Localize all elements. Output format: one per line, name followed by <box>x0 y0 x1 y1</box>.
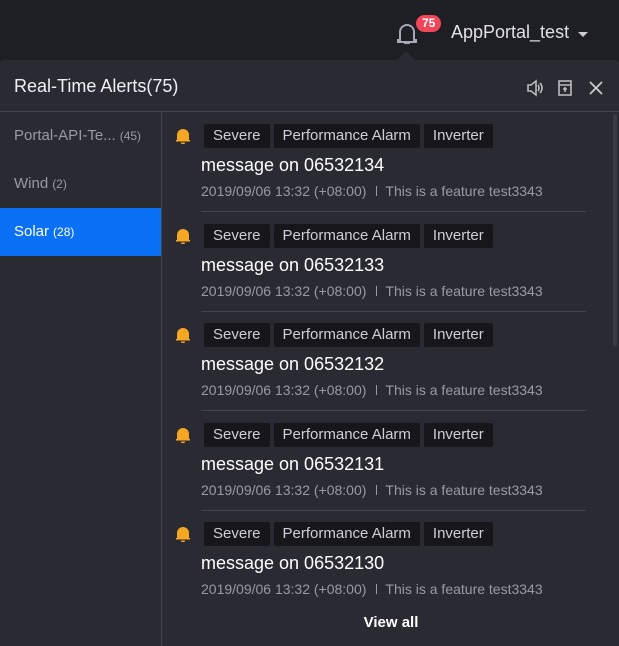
alert-bell-icon <box>176 129 190 144</box>
alert-tag: Severe <box>204 522 270 546</box>
alert-message: message on 06532131 <box>201 453 385 474</box>
alert-description: This is a feature test3343 <box>385 481 543 498</box>
notification-badge: 75 <box>416 15 442 32</box>
alert-tag: Performance Alarm <box>273 323 420 347</box>
alert-time: 2019/09/06 13:32 (+08:00) <box>201 183 367 199</box>
alert-message: message on 06532134 <box>201 155 385 175</box>
alert-tag: Inverter <box>423 124 493 148</box>
separator <box>376 186 378 196</box>
alert-list: Severe Performance Alarm Inverter message … <box>163 112 619 646</box>
chevron-down-icon[interactable] <box>578 32 588 37</box>
sidebar-item-portal-api[interactable]: Portal-API-Te... (45) <box>0 112 161 160</box>
sidebar-item-count: (2) <box>52 177 67 191</box>
alert-message: message on 06532132 <box>201 354 385 374</box>
separator <box>376 584 378 594</box>
sound-icon[interactable] <box>526 79 544 97</box>
alert-bell-icon <box>176 527 190 542</box>
panel-title: Real-Time Alerts(75) <box>14 76 179 96</box>
alert-tag: Inverter <box>423 223 493 248</box>
alert-description: This is a feature test3343 <box>385 581 543 597</box>
separator <box>376 484 378 495</box>
alert-time: 2019/09/06 13:32 (+08:00) <box>201 282 367 299</box>
sidebar-item-count: (28) <box>53 225 75 239</box>
separator <box>376 385 378 395</box>
view-all-link[interactable]: View all <box>163 614 619 631</box>
popover-arrow <box>397 51 415 60</box>
alert-item[interactable]: Severe Performance Alarm Inverter message … <box>163 311 619 411</box>
alert-tag: Performance Alarm <box>273 124 420 148</box>
alert-tag: Performance Alarm <box>273 522 420 546</box>
alert-bell-icon <box>176 328 190 343</box>
alert-tag: Inverter <box>423 422 493 447</box>
alert-time: 2019/09/06 13:32 (+08:00) <box>201 382 367 398</box>
alert-tag: Severe <box>204 124 270 148</box>
category-sidebar: Portal-API-Te... (45) Wind (2) Solar (28) <box>0 112 162 646</box>
sidebar-item-label: Wind <box>14 175 49 192</box>
sidebar-item-wind[interactable]: Wind (2) <box>0 160 161 208</box>
alerts-panel: Real-Time Alerts(75) Portal-API-Te... (45… <box>0 60 619 646</box>
alert-tag: Severe <box>204 323 270 347</box>
alert-item[interactable]: Severe Performance Alarm Inverter message … <box>163 112 619 212</box>
alert-description: This is a feature test3343 <box>385 382 543 398</box>
close-icon[interactable] <box>587 79 605 97</box>
alert-bell-icon <box>176 427 190 443</box>
alert-tag: Severe <box>204 422 270 447</box>
alert-item[interactable]: Severe Performance Alarm Inverter message … <box>163 510 619 610</box>
sidebar-item-label: Portal-API-Te... <box>14 127 116 144</box>
alert-tag: Performance Alarm <box>273 223 420 248</box>
alert-description: This is a feature test3343 <box>385 183 543 199</box>
top-bar: 75 AppPortal_test <box>0 0 619 60</box>
separator <box>376 285 378 296</box>
alert-time: 2019/09/06 13:32 (+08:00) <box>201 481 367 498</box>
alert-item[interactable]: Severe Performance Alarm Inverter message … <box>163 411 619 511</box>
alert-description: This is a feature test3343 <box>385 282 543 299</box>
notification-bell-icon[interactable] <box>396 22 418 46</box>
alert-tag: Inverter <box>423 323 493 347</box>
sidebar-item-count: (45) <box>119 129 142 143</box>
alert-bell-icon <box>176 228 190 244</box>
alert-time: 2019/09/06 13:32 (+08:00) <box>201 581 367 597</box>
alert-item[interactable]: Severe Performance Alarm Inverter message … <box>163 212 619 312</box>
alert-message: message on 06532130 <box>201 553 385 573</box>
sidebar-item-label: Solar <box>14 223 50 240</box>
alert-tag: Performance Alarm <box>273 422 420 447</box>
alert-message: message on 06532133 <box>201 254 385 275</box>
alert-tag: Severe <box>204 223 270 248</box>
user-menu[interactable]: AppPortal_test <box>451 22 569 43</box>
sidebar-item-solar[interactable]: Solar (28) <box>0 208 161 256</box>
mark-read-icon[interactable] <box>556 79 574 97</box>
alert-tag: Inverter <box>423 522 493 546</box>
